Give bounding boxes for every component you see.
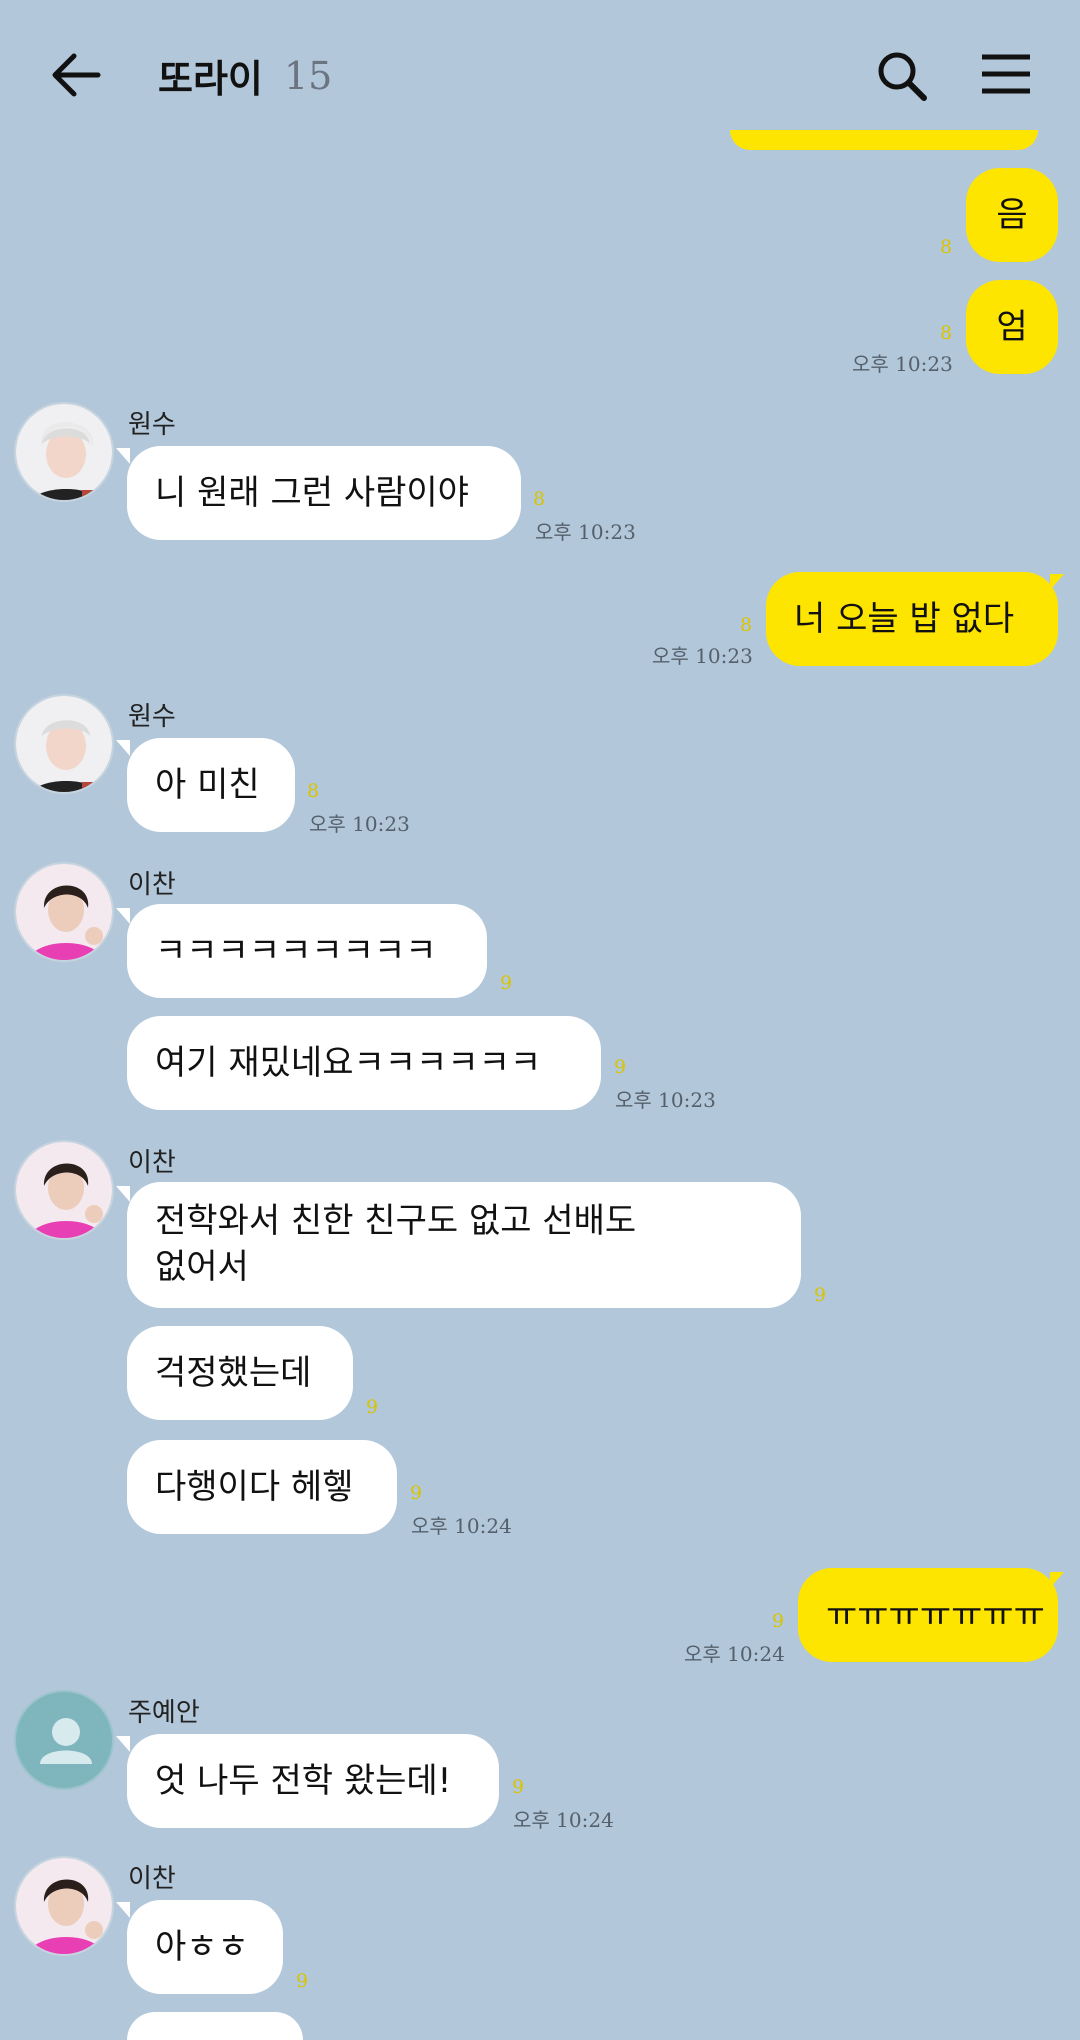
- chat-title: 또라이: [158, 57, 263, 101]
- avatar-wonsu[interactable]: [14, 694, 114, 794]
- other-message-bubble[interactable]: 다행이다 헤헿: [127, 1440, 397, 1534]
- message-text: ㅋㅋㅋㅋㅋㅋㅋㅋㅋ: [155, 931, 437, 971]
- unread-count: 9: [296, 1970, 309, 1992]
- profile-photo-icon: [16, 696, 112, 792]
- hamburger-menu-icon[interactable]: [980, 52, 1032, 96]
- profile-photo-icon: [16, 1858, 112, 1954]
- message-text: 다행이다 헤헿: [155, 1467, 354, 1507]
- message-text: 아ㅎㅎ: [155, 1927, 249, 1967]
- sender-name: 이찬: [128, 870, 176, 900]
- sender-name: 원수: [128, 410, 176, 440]
- my-message-bubble[interactable]: 너 오늘 밥 없다: [766, 572, 1058, 666]
- profile-photo-icon: [16, 864, 112, 960]
- profile-photo-icon: [16, 1142, 112, 1238]
- bubble-tail: [116, 740, 130, 756]
- message-time: 오후 10:24: [411, 1514, 512, 1538]
- message-time: 오후 10:24: [513, 1808, 614, 1832]
- sender-name: 원수: [128, 702, 176, 732]
- message-text-line: 전학와서 친한 친구도 없고 선배도: [155, 1201, 637, 1241]
- other-message-bubble[interactable]: 걱정했는데: [127, 1326, 353, 1420]
- unread-count: 8: [307, 780, 320, 802]
- other-message-bubble[interactable]: 여기 재밌네요ㅋㅋㅋㅋㅋㅋ: [127, 1016, 601, 1110]
- message-text-line: 없어서: [155, 1247, 249, 1287]
- search-icon[interactable]: [874, 48, 930, 104]
- cut-off-bubble: [127, 2012, 303, 2040]
- sender-name: 이찬: [128, 1148, 176, 1178]
- my-message-bubble[interactable]: 음: [966, 168, 1058, 262]
- message-text: 음: [996, 195, 1028, 235]
- unread-count: 9: [814, 1284, 827, 1306]
- message-text: 니 원래 그런 사람이야: [155, 473, 469, 513]
- sender-name: 이찬: [128, 1864, 176, 1894]
- sender-name: 주예안: [128, 1698, 200, 1728]
- message-text: 아 미친: [155, 765, 260, 805]
- unread-count: 8: [940, 236, 953, 258]
- message-time: 오후 10:23: [652, 644, 753, 668]
- unread-count: 9: [614, 1056, 627, 1078]
- cut-off-bubble: [730, 130, 1038, 150]
- message-time: 오후 10:23: [852, 352, 953, 376]
- avatar-wonsu[interactable]: [14, 402, 114, 502]
- unread-count: 9: [410, 1482, 423, 1504]
- other-message-bubble[interactable]: ㅋㅋㅋㅋㅋㅋㅋㅋㅋ: [127, 904, 487, 998]
- unread-count: 9: [512, 1776, 525, 1798]
- avatar-ichan[interactable]: [14, 1140, 114, 1240]
- my-message-bubble[interactable]: 엄: [966, 280, 1058, 374]
- profile-photo-icon: [16, 404, 112, 500]
- message-text: 엄: [996, 307, 1028, 347]
- unread-count: 9: [366, 1396, 379, 1418]
- message-time: 오후 10:23: [535, 520, 636, 544]
- message-text: 엇 나두 전학 왔는데!: [155, 1761, 452, 1801]
- other-message-bubble[interactable]: 니 원래 그런 사람이야: [127, 446, 521, 540]
- bubble-tail: [116, 1736, 130, 1752]
- other-message-bubble[interactable]: 아 미친: [127, 738, 295, 832]
- message-text: 걱정했는데: [155, 1353, 312, 1393]
- my-message-bubble[interactable]: ㅠㅠㅠㅠㅠㅠㅠ: [798, 1568, 1058, 1662]
- unread-count: 9: [772, 1610, 785, 1632]
- message-text: 여기 재밌네요ㅋㅋㅋㅋㅋㅋ: [155, 1043, 542, 1083]
- bubble-tail: [116, 1902, 130, 1918]
- message-text: 너 오늘 밥 없다: [794, 599, 1015, 639]
- other-message-bubble[interactable]: 엇 나두 전학 왔는데!: [127, 1734, 499, 1828]
- unread-count: 9: [500, 972, 513, 994]
- message-text: ㅠㅠㅠㅠㅠㅠㅠ: [826, 1595, 1045, 1635]
- chat-header: 또라이 15: [0, 0, 1080, 150]
- message-time: 오후 10:23: [615, 1088, 716, 1112]
- bubble-tail: [116, 908, 130, 924]
- unread-count: 8: [533, 488, 546, 510]
- avatar-juyean[interactable]: [14, 1690, 114, 1790]
- bubble-tail: [116, 1186, 130, 1202]
- message-time: 오후 10:24: [684, 1642, 785, 1666]
- avatar-ichan[interactable]: [14, 1856, 114, 1956]
- unread-count: 8: [740, 614, 753, 636]
- member-count: 15: [284, 54, 333, 98]
- message-time: 오후 10:23: [309, 812, 410, 836]
- default-user-icon: [40, 1718, 92, 1764]
- bubble-tail: [116, 448, 130, 464]
- other-message-bubble[interactable]: 아ㅎㅎ: [127, 1900, 283, 1994]
- other-message-bubble[interactable]: 전학와서 친한 친구도 없고 선배도 없어서: [127, 1182, 801, 1308]
- arrow-left-icon[interactable]: [48, 50, 104, 100]
- unread-count: 8: [940, 322, 953, 344]
- avatar-ichan[interactable]: [14, 862, 114, 962]
